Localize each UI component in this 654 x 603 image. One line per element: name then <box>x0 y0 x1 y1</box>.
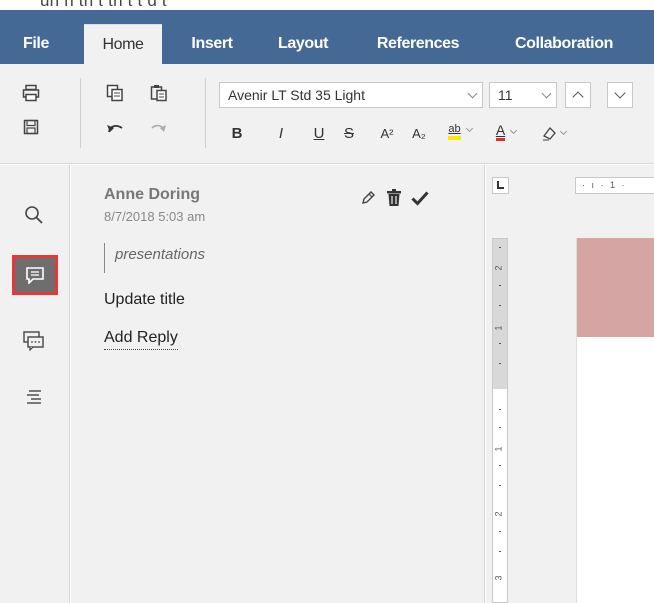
ruler-tick <box>499 363 501 364</box>
underline-button[interactable]: U <box>310 123 328 143</box>
save-icon[interactable] <box>20 116 42 138</box>
horizontal-ruler[interactable]: · ı · 1 · <box>575 177 654 194</box>
menu-bar: File Home Insert Layout References Colla… <box>0 10 654 64</box>
edit-comment-button[interactable] <box>357 187 379 209</box>
ruler-margin-shade <box>493 239 507 389</box>
font-family-value: Avenir LT Std 35 Light <box>228 87 365 103</box>
decrease-font-button[interactable] <box>607 82 633 108</box>
ruler-mark: 3 <box>493 575 504 581</box>
chevron-down-icon <box>510 126 518 135</box>
checkmark-icon <box>411 191 429 206</box>
font-family-select[interactable]: Avenir LT Std 35 Light <box>219 82 483 108</box>
delete-comment-button[interactable] <box>383 187 405 209</box>
left-tab-icon <box>497 181 504 189</box>
ruler-tick <box>499 531 501 532</box>
top-strip: un h th t th t t d t <box>0 0 654 10</box>
ruler-tick <box>499 427 501 428</box>
strikethrough-button[interactable]: S <box>338 123 360 143</box>
paste-icon[interactable] <box>148 82 170 104</box>
toolbar: Avenir LT Std 35 Light 11 <box>0 64 654 164</box>
tab-home[interactable]: Home <box>84 24 162 64</box>
document-canvas <box>516 238 576 603</box>
ruler-tick <box>499 247 501 248</box>
trash-icon <box>387 189 401 206</box>
eraser-button[interactable] <box>534 123 572 143</box>
superscript-button[interactable]: A² <box>374 123 400 143</box>
comments-toggle-button[interactable] <box>12 255 58 295</box>
search-icon[interactable] <box>22 203 46 227</box>
chevron-down-icon <box>465 124 473 133</box>
ruler-mark: 1 <box>493 446 504 452</box>
tab-layout[interactable]: Layout <box>258 24 348 64</box>
ruler-tick <box>499 551 501 552</box>
tab-file[interactable]: File <box>10 24 62 64</box>
chevron-down-icon <box>614 87 626 99</box>
chat-icon[interactable] <box>22 329 46 353</box>
vertical-ruler[interactable]: 2 1 1 2 3 <box>492 238 508 603</box>
tab-insert[interactable]: Insert <box>172 24 252 64</box>
ruler-mark: 1 <box>493 325 504 331</box>
page-highlighted-block <box>577 238 654 337</box>
highlight-button[interactable]: ab <box>440 123 480 143</box>
chevron-down-icon <box>541 88 552 99</box>
italic-button[interactable]: I <box>272 123 290 143</box>
comment-icon <box>26 267 44 284</box>
font-size-value: 11 <box>498 87 513 103</box>
eraser-icon <box>542 127 556 141</box>
comment-text: Update title <box>104 291 185 308</box>
font-size-select[interactable]: 11 <box>489 82 557 108</box>
pencil-icon <box>362 191 375 204</box>
tab-references[interactable]: References <box>354 24 482 64</box>
add-reply-link[interactable]: Add Reply <box>104 329 178 350</box>
left-sidebar <box>0 165 70 603</box>
redo-icon[interactable] <box>148 116 170 138</box>
ruler-mark: 2 <box>493 265 504 271</box>
resolve-comment-button[interactable] <box>409 187 431 209</box>
ruler-tick <box>499 305 501 306</box>
document-page[interactable] <box>576 238 654 603</box>
ruler-tick <box>499 409 501 410</box>
comment-author: Anne Doring <box>104 186 200 203</box>
comment-date: 8/7/2018 5:03 am <box>104 209 206 224</box>
comments-panel: Anne Doring 8/7/2018 5:03 am presentatio… <box>71 165 485 603</box>
increase-font-button[interactable] <box>565 82 591 108</box>
comment-quoted-text: presentations <box>104 243 205 273</box>
chevron-down-icon <box>467 88 478 99</box>
highlight-icon: ab <box>448 123 461 140</box>
separator <box>205 78 206 148</box>
horizontal-ruler-area <box>516 165 654 238</box>
separator <box>80 78 81 148</box>
chevron-up-icon <box>572 91 584 103</box>
ruler-mark: 2 <box>493 511 504 517</box>
print-icon[interactable] <box>20 82 42 104</box>
subscript-button[interactable]: A₂ <box>406 123 432 143</box>
font-color-icon: A <box>495 123 506 141</box>
ruler-tick <box>499 485 501 486</box>
ruler-tick <box>499 285 501 286</box>
undo-icon[interactable] <box>104 116 126 138</box>
chevron-down-icon <box>559 127 567 136</box>
ruler-tick <box>499 343 501 344</box>
tab-collaboration[interactable]: Collaboration <box>494 24 634 64</box>
font-color-button[interactable]: A <box>487 123 525 143</box>
tab-stop-selector[interactable] <box>492 177 509 194</box>
bold-button[interactable]: B <box>228 123 246 143</box>
ruler-tick <box>499 465 501 466</box>
navigation-icon[interactable] <box>22 385 46 409</box>
copy-icon[interactable] <box>104 82 126 104</box>
